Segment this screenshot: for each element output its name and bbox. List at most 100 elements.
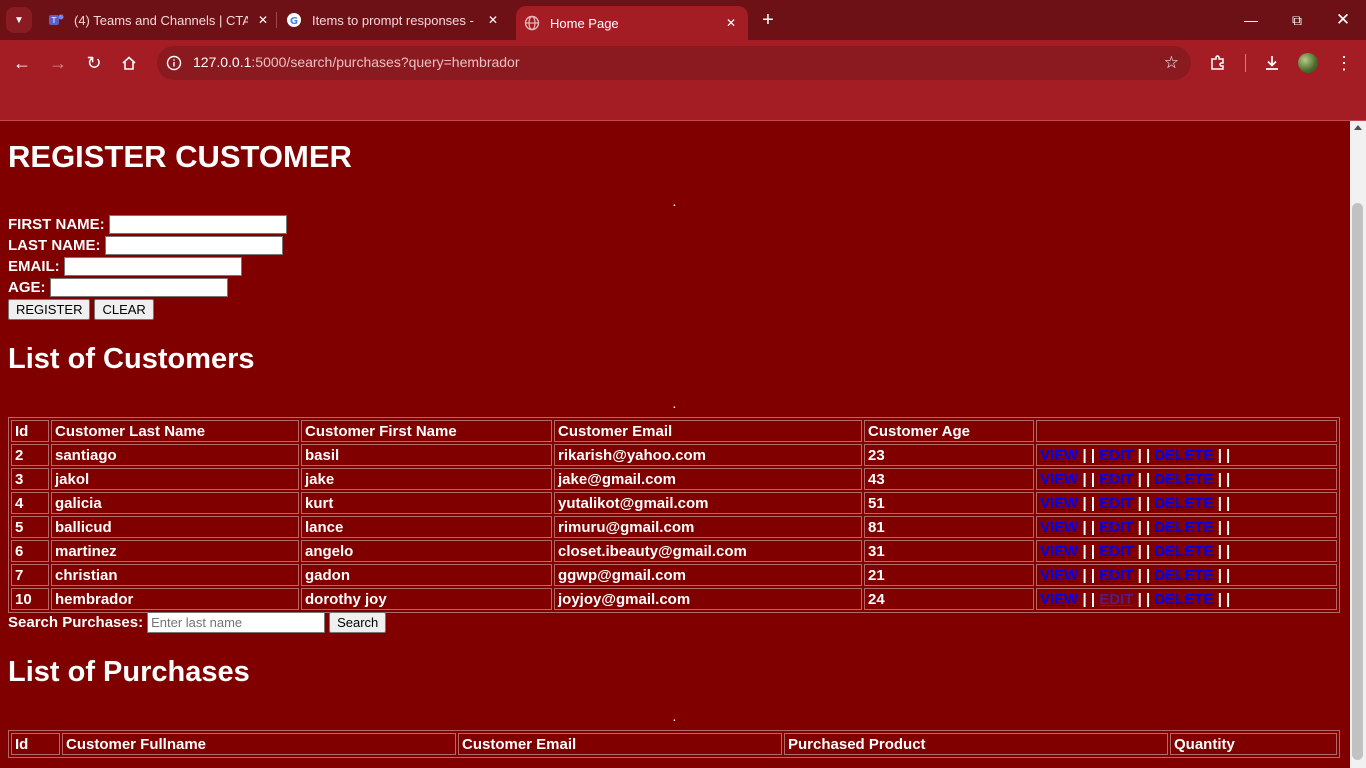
scroll-up-arrow-icon[interactable] [1354, 125, 1362, 130]
download-icon[interactable] [1260, 51, 1284, 75]
tab-title: (4) Teams and Channels | CTADV [74, 12, 248, 28]
scrollbar-thumb[interactable] [1352, 203, 1363, 760]
delete-link[interactable]: DELETE [1154, 519, 1213, 536]
delete-link[interactable]: DELETE [1154, 591, 1213, 608]
url-text[interactable]: 127.0.0.1:5000/search/purchases?query=he… [193, 54, 520, 70]
table-row: 4 galicia kurt yutalikot@gmail.com 51 VIEW | … [11, 492, 1337, 514]
table-row: 7 christian gadon ggwp@gmail.com 21 VIEW | | … [11, 564, 1337, 586]
address-bar[interactable]: 127.0.0.1:5000/search/purchases?query=he… [157, 46, 1191, 80]
table-header-row: Id Customer Last Name Customer First Nam… [11, 420, 1337, 442]
view-link[interactable]: VIEW [1040, 567, 1078, 584]
restore-icon[interactable]: ⧉ [1274, 0, 1320, 40]
delete-link[interactable]: DELETE [1154, 495, 1213, 512]
column-header-first-name: Customer First Name [301, 420, 552, 442]
cell-last-name: christian [51, 564, 299, 586]
cell-last-name: jakol [51, 468, 299, 490]
edit-link[interactable]: EDIT [1099, 567, 1133, 584]
cell-first-name: lance [301, 516, 552, 538]
cell-id: 4 [11, 492, 49, 514]
cell-email: rimuru@gmail.com [554, 516, 862, 538]
reload-icon[interactable]: ↻ [82, 51, 106, 75]
last-name-input[interactable] [104, 236, 283, 255]
email-input[interactable] [63, 257, 242, 276]
search-purchases-row: Search Purchases: Search [8, 612, 387, 633]
edit-link[interactable]: EDIT [1099, 543, 1133, 560]
column-header-id: Id [11, 733, 60, 755]
cell-email: joyjoy@gmail.com [554, 588, 862, 610]
more-menu-icon[interactable]: ⋮ [1332, 51, 1356, 75]
edit-link[interactable]: EDIT [1099, 471, 1133, 488]
edit-link[interactable]: EDIT [1099, 519, 1133, 536]
cell-age: 23 [864, 444, 1034, 466]
tab-home-page[interactable]: Home Page ✕ [516, 6, 748, 40]
close-icon[interactable]: ✕ [254, 13, 272, 27]
tab-teams[interactable]: T (4) Teams and Channels | CTADV ✕ [48, 6, 272, 34]
close-window-icon[interactable]: ✕ [1320, 0, 1366, 40]
separator: | | [1217, 542, 1231, 560]
delete-link[interactable]: DELETE [1154, 543, 1213, 560]
delete-link[interactable]: DELETE [1154, 567, 1213, 584]
cell-last-name: ballicud [51, 516, 299, 538]
delete-link[interactable]: DELETE [1154, 447, 1213, 464]
close-icon[interactable]: ✕ [722, 16, 740, 30]
column-header-email: Customer Email [458, 733, 782, 755]
tab-search-button[interactable]: ▼ [6, 7, 32, 33]
cell-email: closet.ibeauty@gmail.com [554, 540, 862, 562]
cell-first-name: jake [301, 468, 552, 490]
minimize-icon[interactable]: — [1228, 0, 1274, 40]
table-row: 5 ballicud lance rimuru@gmail.com 81 VIEW | |… [11, 516, 1337, 538]
customers-title: List of Customers [8, 343, 255, 375]
separator: | | [1137, 470, 1151, 488]
separator-dot: . [673, 713, 676, 724]
close-icon[interactable]: ✕ [484, 13, 502, 27]
register-buttons-row: REGISTER CLEAR [8, 299, 154, 320]
cell-first-name: angelo [301, 540, 552, 562]
chevron-down-icon: ▼ [14, 14, 24, 26]
page-scrollbar[interactable] [1350, 121, 1366, 768]
view-link[interactable]: VIEW [1040, 471, 1078, 488]
search-input[interactable] [147, 612, 326, 633]
first-name-input[interactable] [108, 215, 287, 234]
clear-button[interactable]: CLEAR [94, 299, 154, 320]
forward-icon[interactable]: → [46, 51, 70, 75]
separator: | | [1137, 518, 1151, 536]
bookmark-star-icon[interactable]: ☆ [1164, 53, 1179, 73]
view-link[interactable]: VIEW [1040, 591, 1078, 608]
new-tab-icon[interactable]: + [758, 9, 778, 31]
age-input[interactable] [49, 278, 228, 297]
search-button[interactable]: Search [329, 612, 387, 633]
teams-icon: T [48, 12, 64, 28]
register-button[interactable]: REGISTER [8, 299, 91, 320]
cell-first-name: kurt [301, 492, 552, 514]
cell-actions: VIEW | | EDIT | | DELETE | | [1036, 468, 1337, 490]
column-header-fullname: Customer Fullname [62, 733, 456, 755]
edit-link[interactable]: EDIT [1099, 495, 1133, 512]
edit-link[interactable]: EDIT [1099, 447, 1133, 464]
site-info-icon[interactable] [165, 54, 183, 72]
edit-link[interactable]: EDIT [1099, 591, 1133, 608]
delete-link[interactable]: DELETE [1154, 471, 1213, 488]
view-link[interactable]: VIEW [1040, 447, 1078, 464]
column-header-email: Customer Email [554, 420, 862, 442]
svg-text:G: G [290, 16, 298, 27]
first-name-row: FIRST NAME: [8, 214, 287, 235]
purchases-table: Id Customer Fullname Customer Email Purc… [8, 730, 1340, 758]
view-link[interactable]: VIEW [1040, 543, 1078, 560]
cell-age: 31 [864, 540, 1034, 562]
back-icon[interactable]: ← [10, 51, 34, 75]
separator: | | [1217, 590, 1231, 608]
extensions-icon[interactable] [1206, 51, 1230, 75]
view-link[interactable]: VIEW [1040, 519, 1078, 536]
separator: | | [1082, 446, 1096, 464]
separator: | | [1137, 566, 1151, 584]
profile-avatar[interactable] [1298, 53, 1318, 73]
tab-strip: ▼ T (4) Teams and Channels | CTADV ✕ G I… [0, 0, 1366, 40]
separator: | | [1217, 566, 1231, 584]
tab-google[interactable]: G Items to prompt responses - Go ✕ [286, 6, 502, 34]
separator: | | [1217, 518, 1231, 536]
tab-divider [276, 12, 277, 28]
view-link[interactable]: VIEW [1040, 495, 1078, 512]
separator: | | [1137, 542, 1151, 560]
cell-last-name: santiago [51, 444, 299, 466]
home-icon[interactable] [117, 51, 141, 75]
